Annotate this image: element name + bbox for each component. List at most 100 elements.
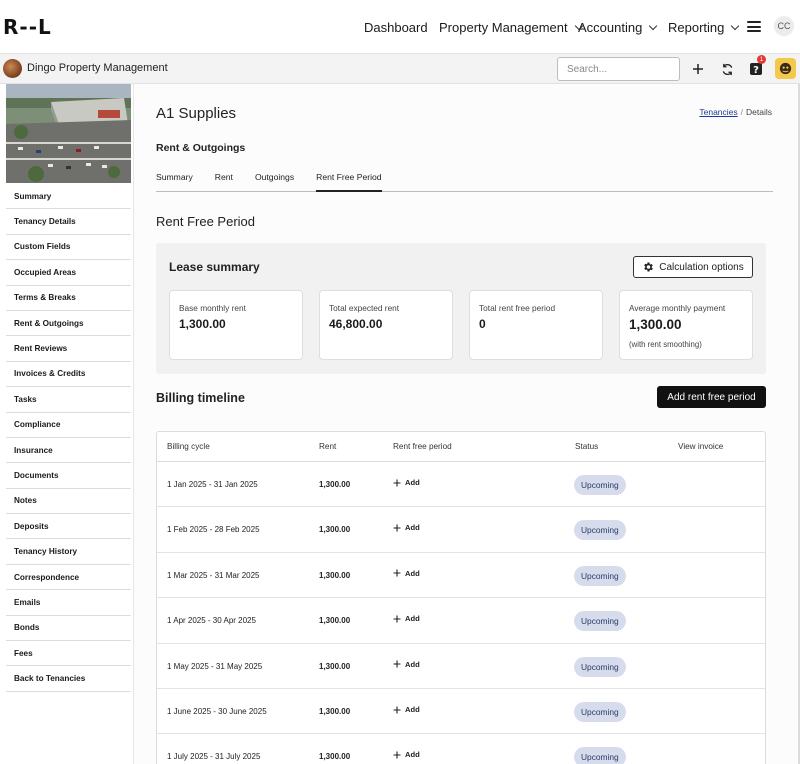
table-row: 1 June 2025 - 30 June 2025 1,300.00 Add Upc… [157,689,765,735]
gear-icon [644,262,654,272]
organization-bar: Dingo Property Management ? 1 [0,53,800,84]
add-label: Add [405,750,420,760]
column-header-view-invoice: View invoice [678,442,724,451]
sidebar-item-back-to-tenancies[interactable]: Back to Tenancies [6,666,131,692]
sidebar-item-label: Correspondence [14,572,80,582]
app-logo[interactable]: R--L [3,15,52,39]
card-label: Total expected rent [329,303,400,313]
tab-outgoings[interactable]: Outgoings [255,172,294,192]
rent-cell: 1,300.00 [319,752,351,762]
sidebar-item-correspondence[interactable]: Correspondence [6,564,131,591]
column-header-rent: Rent [319,442,337,451]
sidebar-item-tenancy-details[interactable]: Tenancy Details [6,209,131,235]
rent-cell: 1,300.00 [319,570,351,580]
nav-reporting-label: Reporting [668,20,725,35]
tab-rent-free-period[interactable]: Rent Free Period [316,172,382,192]
add-rent-free-button[interactable]: Add [393,614,420,623]
rent-cell: 1,300.00 [319,616,351,626]
property-photo [6,84,131,183]
sidebar-item-label: Deposits [14,521,49,531]
breadcrumb-tenancies-link[interactable]: Tenancies [699,107,737,117]
add-rent-free-button[interactable]: Add [393,750,420,759]
sidebar-item-summary[interactable]: Summary [6,184,131,210]
sidebar-item-insurance[interactable]: Insurance [6,437,131,464]
search-input[interactable] [557,57,680,81]
sidebar-item-label: Rent & Outgoings [14,318,84,328]
add-label: Add [405,614,420,624]
sidebar-item-invoices-credits[interactable]: Invoices & Credits [6,361,131,388]
status-badge: Upcoming [574,702,626,722]
breadcrumb-current: Details [746,107,772,117]
table-row: 1 Apr 2025 - 30 Apr 2025 1,300.00 Add Upcom… [157,598,765,644]
nav-accounting[interactable]: Accounting [578,20,658,35]
sidebar-item-label: Back to Tenancies [14,674,86,684]
breadcrumb: Tenancies / Details [699,107,772,117]
column-header-rent-free-period: Rent free period [393,442,452,451]
tab-summary[interactable]: Summary [156,172,193,192]
sidebar-item-documents[interactable]: Documents [6,463,131,489]
card-value: 46,800.00 [329,317,383,331]
svg-text:?: ? [753,65,759,76]
rent-free-period-heading: Rent Free Period [156,214,255,229]
sidebar-item-tenancy-history[interactable]: Tenancy History [6,539,131,565]
billing-timeline-heading: Billing timeline [156,391,245,405]
lease-summary-title: Lease summary [169,260,260,274]
nav-dashboard[interactable]: Dashboard [364,20,428,35]
refresh-icon[interactable] [718,60,736,78]
menu-icon[interactable] [747,21,761,32]
table-row: 1 Feb 2025 - 28 Feb 2025 1,300.00 Add Upcom… [157,507,765,553]
billing-cycle-cell: 1 Apr 2025 - 30 Apr 2025 [167,616,256,626]
user-initials-avatar[interactable]: CC [774,16,794,36]
sidebar-item-label: Terms & Breaks [14,293,76,303]
plus-icon[interactable] [689,60,707,78]
sidebar-item-label: Invoices & Credits [14,369,86,379]
page-title: A1 Supplies [156,105,237,122]
sidebar-item-rent-outgoings[interactable]: Rent & Outgoings [6,310,131,337]
nav-reporting[interactable]: Reporting [668,20,740,35]
rent-cell: 1,300.00 [319,707,351,716]
user-avatar-icon[interactable] [775,58,796,79]
sidebar-item-fees[interactable]: Fees [6,641,131,667]
plus-small-icon [393,524,401,532]
calculation-options-button[interactable]: Calculation options [633,256,753,278]
nav-property-management[interactable]: Property Management [439,20,583,35]
sidebar-item-emails[interactable]: Emails [6,590,131,616]
help-icon[interactable]: ? 1 [747,55,766,78]
add-label: Add [405,478,420,487]
sidebar-item-rent-reviews[interactable]: Rent Reviews [6,336,131,362]
add-rent-free-button[interactable]: Add [393,569,420,578]
billing-cycle-cell: 1 May 2025 - 31 May 2025 [167,661,263,671]
add-rent-free-button[interactable]: Add [393,478,420,487]
add-rent-free-button[interactable]: Add [393,523,420,532]
sidebar-item-notes[interactable]: Notes [6,488,131,515]
add-rent-free-button[interactable]: Add [393,660,420,669]
sidebar-item-custom-fields[interactable]: Custom Fields [6,234,131,261]
chevron-down-icon [649,21,658,30]
table-row: 1 Jan 2025 - 31 Jan 2025 1,300.00 Add Upcom… [157,462,765,508]
plus-small-icon [393,706,401,713]
sidebar-item-label: Bonds [14,623,40,633]
column-header-billing-cycle: Billing cycle [167,442,210,451]
calculation-options-label: Calculation options [659,261,744,273]
add-label: Add [405,705,420,714]
sidebar-item-label: Compliance [14,420,61,430]
sidebar-item-tasks[interactable]: Tasks [6,387,131,413]
sidebar-item-terms-breaks[interactable]: Terms & Breaks [6,285,131,311]
status-badge: Upcoming [574,611,626,632]
rent-cell: 1,300.00 [319,480,351,489]
sidebar-item-compliance[interactable]: Compliance [6,412,131,438]
sidebar-item-deposits[interactable]: Deposits [6,514,131,540]
sidebar-item-occupied-areas[interactable]: Occupied Areas [6,260,131,286]
sidebar-item-label: Emails [14,597,41,607]
sidebar-item-label: Tenancy History [14,547,78,557]
sidebar-item-label: Insurance [14,445,53,455]
plus-small-icon [393,751,401,759]
tab-rent[interactable]: Rent [215,172,233,192]
add-rent-free-button[interactable]: Add [393,705,420,714]
status-badge: Upcoming [574,520,626,541]
add-rent-free-period-button[interactable]: Add rent free period [657,386,766,408]
sidebar-item-bonds[interactable]: Bonds [6,615,131,642]
section-title: Rent & Outgoings [156,142,246,154]
billing-table: Billing cycle Rent Rent free period Stat… [156,431,766,764]
chevron-down-icon [731,21,740,30]
